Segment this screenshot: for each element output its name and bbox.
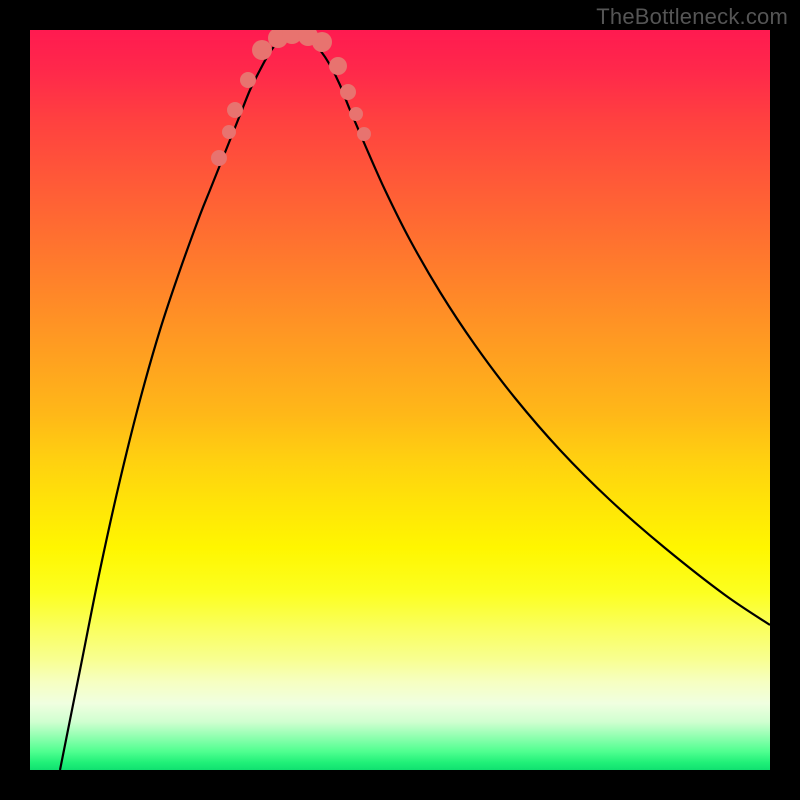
curve-markers <box>211 30 371 166</box>
marker-point <box>211 150 227 166</box>
marker-point <box>222 125 236 139</box>
marker-point <box>312 32 332 52</box>
marker-point <box>240 72 256 88</box>
marker-point <box>252 40 272 60</box>
curve-layer <box>30 30 770 770</box>
marker-point <box>349 107 363 121</box>
bottleneck-curve <box>60 32 770 770</box>
marker-point <box>329 57 347 75</box>
plot-area <box>30 30 770 770</box>
marker-point <box>340 84 356 100</box>
chart-frame: TheBottleneck.com <box>0 0 800 800</box>
marker-point <box>227 102 243 118</box>
watermark-text: TheBottleneck.com <box>596 4 788 30</box>
curve-right-branch <box>290 32 770 625</box>
marker-point <box>357 127 371 141</box>
curve-left-branch <box>60 32 290 770</box>
